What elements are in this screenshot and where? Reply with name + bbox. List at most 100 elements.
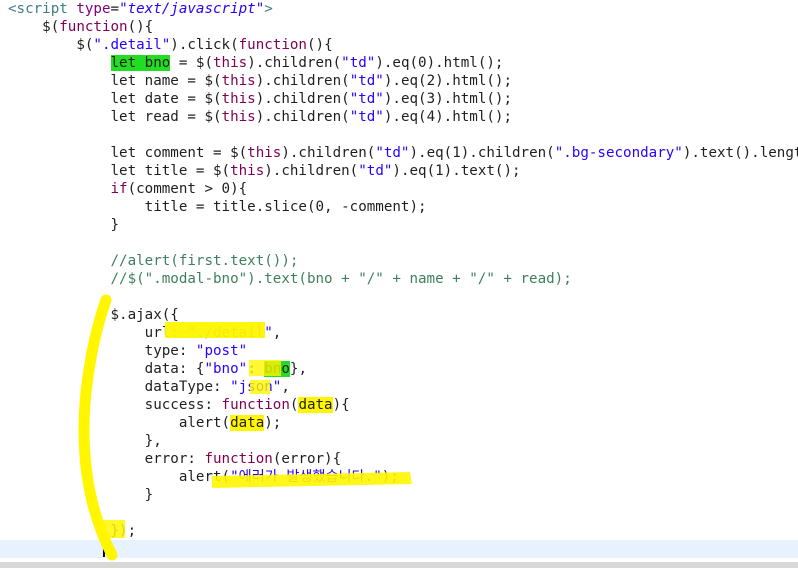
code-line[interactable]	[0, 234, 798, 252]
code-token: ){	[332, 397, 350, 413]
code-token: this	[213, 55, 248, 71]
code-line[interactable]: $(function(){	[0, 18, 798, 36]
code-token: type	[76, 1, 111, 17]
code-line[interactable]: }	[0, 486, 798, 504]
code-line[interactable]: error: function(error){	[0, 450, 798, 468]
code-line[interactable]: title = title.slice(0, -comment);	[0, 198, 798, 216]
code-token: ).click(	[170, 37, 239, 53]
code-token: ).eq(2).html();	[383, 73, 512, 89]
code-token: this	[221, 73, 256, 89]
code-token: ).children(	[255, 109, 350, 125]
code-token: }	[8, 217, 120, 233]
code-token: ,	[272, 325, 282, 341]
code-token: ).eq(1).text();	[392, 163, 521, 179]
code-editor[interactable]: <script type="text/javascript"> $(functi…	[0, 0, 798, 568]
code-token: (comment > 0){	[127, 181, 248, 197]
code-token: ).eq(3).html();	[383, 91, 512, 107]
code-token: "td"	[358, 163, 393, 179]
code-line[interactable]: alert("에러가 발생했습니다.");	[0, 468, 798, 486]
code-line[interactable]: if(comment > 0){	[0, 180, 798, 198]
code-token: function	[221, 397, 290, 413]
code-token: <script	[8, 1, 77, 17]
code-line[interactable]: let name = $(this).children("td").eq(2).…	[0, 72, 798, 90]
code-token: );	[381, 469, 399, 485]
code-line[interactable]: url: "./detail",	[0, 324, 798, 342]
code-line[interactable]: type: "post"	[0, 342, 798, 360]
code-token: "td"	[349, 91, 384, 107]
code-token: $.ajax({	[8, 307, 179, 323]
code-token: alert(	[8, 469, 231, 485]
code-token: error:	[8, 451, 205, 467]
code-token: "post"	[195, 343, 248, 359]
code-line[interactable]: }	[0, 216, 798, 234]
code-token: );	[264, 415, 282, 431]
code-line[interactable]: let comment = $(this).children("td").eq(…	[0, 144, 798, 162]
code-token: ).text().length;	[682, 145, 798, 161]
code-token: "td"	[341, 55, 376, 71]
code-token: let date = $(	[8, 91, 222, 107]
code-line[interactable]: let title = $(this).children("td").eq(1)…	[0, 162, 798, 180]
code-line[interactable]: let read = $(this).children("td").eq(4).…	[0, 108, 798, 126]
code-token: dataType:	[8, 379, 231, 395]
code-token: "json"	[230, 379, 282, 395]
code-token: data: {	[8, 361, 205, 377]
code-line[interactable]: },	[0, 432, 798, 450]
code-token: },	[8, 433, 162, 449]
code-token: "text/javascript"	[119, 1, 265, 17]
code-line[interactable]: //$(".modal-bno").text(bno + "/" + name …	[0, 270, 798, 288]
code-line[interactable]: success: function(data){	[0, 396, 798, 414]
code-token: ).children(	[264, 163, 359, 179]
code-token: "./detail"	[187, 325, 273, 341]
code-token: "에러가 발생했습니다."	[230, 469, 382, 485]
code-line[interactable]: <script type="text/javascript">	[0, 0, 798, 18]
code-line[interactable]	[0, 126, 798, 144]
code-line[interactable]: let bno = $(this).children("td").eq(0).h…	[0, 54, 798, 72]
code-token: function	[59, 19, 128, 35]
code-token: "td"	[375, 145, 410, 161]
code-token: function	[204, 451, 273, 467]
code-token: alert(	[8, 415, 231, 431]
code-token: let name = $(	[8, 73, 222, 89]
code-token: let read = $(	[8, 109, 222, 125]
code-token: data	[298, 397, 333, 413]
code-token: $(	[8, 37, 94, 53]
code-token: "bno"	[204, 361, 248, 377]
code-line[interactable]	[0, 504, 798, 522]
code-token: (error){	[272, 451, 342, 467]
code-line[interactable]: dataType: "json",	[0, 378, 798, 396]
code-token: this	[221, 109, 256, 125]
code-token: ).children(	[247, 55, 342, 71]
code-token: ).eq(1).children(	[409, 145, 555, 161]
code-line[interactable]: let date = $(this).children("td").eq(3).…	[0, 90, 798, 108]
code-token: :	[247, 361, 265, 377]
code-line[interactable]: $.ajax({	[0, 306, 798, 324]
code-token: >	[264, 1, 273, 17]
horizontal-scrollbar[interactable]	[0, 562, 798, 568]
code-line[interactable]	[0, 288, 798, 306]
code-token: this	[247, 145, 282, 161]
code-token: //alert(first.text());	[110, 253, 299, 269]
code-token: (){	[306, 37, 333, 53]
code-line[interactable]: alert(data);	[0, 414, 798, 432]
code-token: "td"	[349, 73, 384, 89]
code-token: let comment = $(	[8, 145, 248, 161]
code-token: (){	[127, 19, 154, 35]
code-line[interactable]: $(".detail").click(function(){	[0, 36, 798, 54]
code-token: ).children(	[255, 91, 350, 107]
code-token: = $(	[170, 55, 214, 71]
code-token: });	[8, 523, 137, 539]
code-token: let bno	[110, 55, 171, 71]
code-line[interactable]: //alert(first.text());	[0, 252, 798, 270]
code-token: ,	[281, 379, 290, 395]
code-line[interactable]	[0, 540, 798, 558]
code-token: if	[110, 181, 128, 197]
code-line[interactable]: });	[0, 522, 798, 540]
code-line[interactable]: data: {"bno": bno},	[0, 360, 798, 378]
code-token: ).children(	[281, 145, 376, 161]
code-token: function	[238, 37, 307, 53]
code-token: url:	[8, 325, 188, 341]
